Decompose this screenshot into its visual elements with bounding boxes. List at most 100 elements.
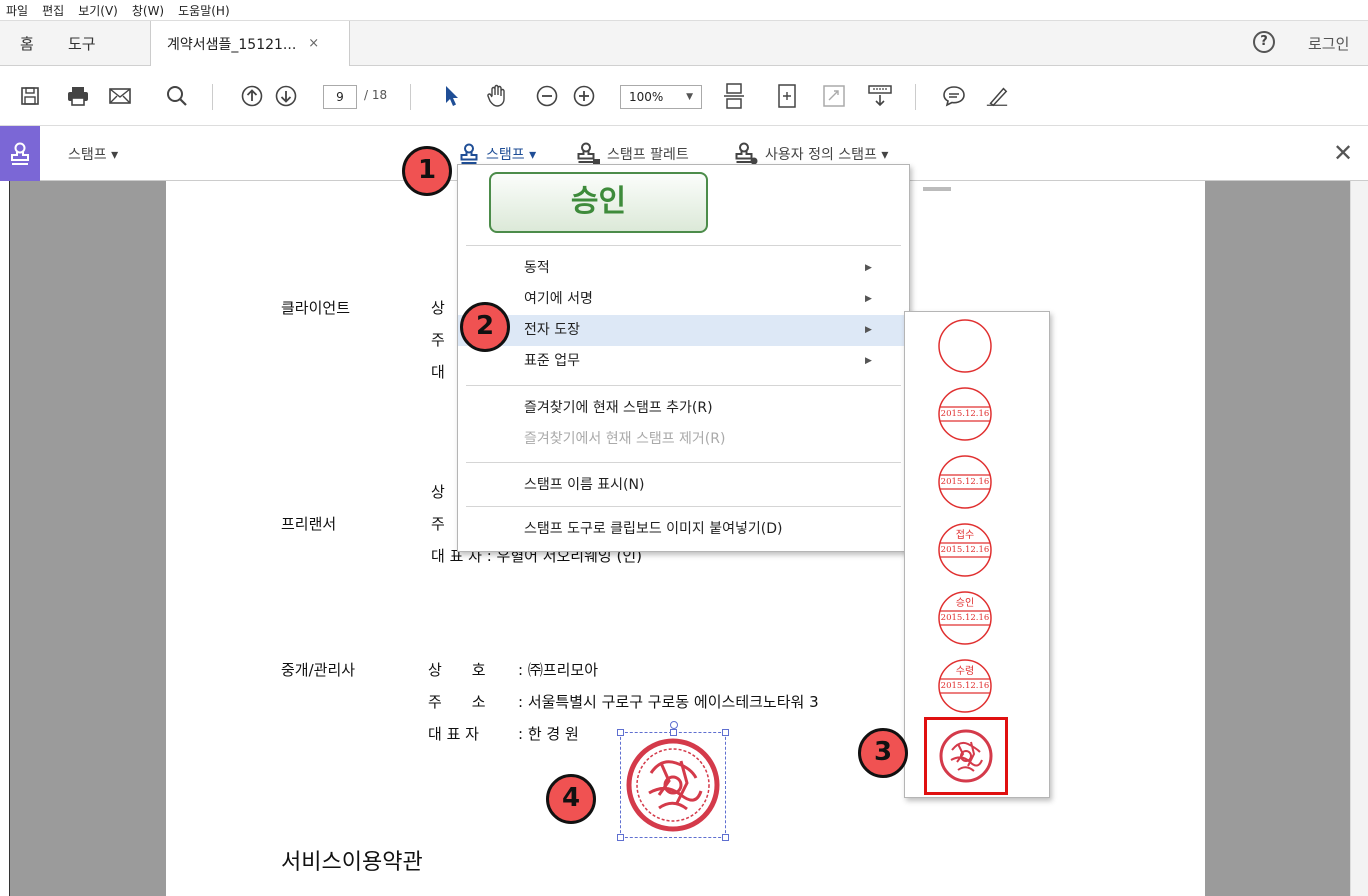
- chevron-right-icon: ▶: [865, 325, 872, 335]
- callout-badge-2: 2: [460, 302, 510, 352]
- custom-stamp-icon: [735, 142, 758, 164]
- comment-icon[interactable]: [942, 84, 966, 108]
- save-icon[interactable]: [18, 84, 42, 108]
- resize-handle[interactable]: [670, 729, 677, 736]
- seal-custom-selected[interactable]: [924, 717, 1008, 795]
- tab-bar: 홈 도구 계약서샘플_15121... × ? 로그인: [0, 21, 1368, 66]
- fit-page-icon[interactable]: [722, 83, 746, 109]
- tab-document-title: 계약서샘플_15121...: [167, 36, 297, 53]
- agent-row1-value: : ㈜프리모아: [518, 661, 599, 679]
- chevron-down-icon: ▼: [686, 92, 693, 102]
- select-tool-icon[interactable]: [440, 84, 464, 108]
- zoom-out-icon[interactable]: [535, 84, 559, 108]
- seal-blank[interactable]: [937, 318, 993, 374]
- stamp-icon: [460, 143, 478, 164]
- menu-item-label: 표준 업무: [524, 353, 580, 369]
- seal-date-text: 2015.12.16: [940, 681, 990, 691]
- seal-stamp-image: [626, 738, 720, 832]
- seal-label: 접수: [955, 530, 975, 541]
- tab-close-button[interactable]: ×: [308, 36, 319, 51]
- email-icon[interactable]: [108, 84, 132, 108]
- agent-row3-key: 대 표 자: [428, 725, 479, 743]
- stamp-tool-icon[interactable]: [0, 126, 40, 181]
- client-row2-key: 주: [431, 331, 445, 349]
- seal-custom-image: [939, 729, 993, 783]
- menu-help[interactable]: 도움말(H): [178, 2, 230, 19]
- scroll-mode-icon[interactable]: [868, 84, 892, 108]
- highlight-pen-icon[interactable]: [985, 84, 1009, 108]
- page-number-input[interactable]: 9: [323, 85, 357, 109]
- menu-item-label: 전자 도장: [524, 322, 580, 338]
- stamp-palette-icon: [577, 142, 600, 165]
- resize-handle[interactable]: [722, 729, 729, 736]
- seal-date-text: 2015.12.16: [940, 545, 990, 555]
- document-margin-right: [1205, 181, 1350, 896]
- next-page-icon[interactable]: [274, 84, 298, 108]
- client-row3-key: 대: [431, 363, 445, 381]
- seal-label: 수령: [955, 666, 975, 677]
- rotate-handle[interactable]: [670, 721, 678, 729]
- page-marker: [923, 187, 951, 191]
- prev-page-icon[interactable]: [240, 84, 264, 108]
- resize-handle[interactable]: [617, 729, 624, 736]
- resize-handle[interactable]: [722, 834, 729, 841]
- seal-approved[interactable]: 승인 2015.12.16: [937, 590, 993, 646]
- seal-date-text: 2015.12.16: [940, 409, 990, 419]
- freelancer-label: 프리랜서: [281, 515, 337, 533]
- zoom-select[interactable]: 100% ▼: [620, 85, 702, 109]
- login-link[interactable]: 로그인: [1308, 33, 1349, 54]
- page-total: / 18: [364, 88, 388, 102]
- seal-date-2[interactable]: 2015.12.16: [937, 454, 993, 510]
- close-stamp-toolbar-button[interactable]: ✕: [1333, 139, 1353, 167]
- menu-item-dynamic[interactable]: 동적 ▶: [458, 253, 909, 284]
- menu-view[interactable]: 보기(V): [78, 2, 118, 19]
- full-screen-icon[interactable]: [822, 84, 846, 108]
- toolbar: 9 / 18 100% ▼: [0, 66, 1368, 126]
- callout-badge-4: 4: [546, 774, 596, 824]
- placed-stamp[interactable]: [617, 721, 729, 841]
- vertical-scrollbar[interactable]: [1350, 181, 1368, 896]
- menu-item-sign-here[interactable]: 여기에 서명 ▶: [458, 284, 909, 315]
- agent-row2-key: 주 소: [428, 693, 486, 711]
- zoom-in-icon[interactable]: [572, 84, 596, 108]
- seal-date-1[interactable]: 2015.12.16: [937, 386, 993, 442]
- agent-label: 중개/관리사: [281, 661, 356, 679]
- help-icon[interactable]: ?: [1253, 31, 1275, 53]
- seal-label: 승인: [955, 598, 975, 609]
- e-seal-submenu: 2015.12.16 2015.12.16 접수 2015.12.16 승인 2…: [904, 311, 1050, 798]
- custom-stamp-label: 사용자 정의 스탬프 ▾: [765, 146, 889, 163]
- hand-tool-icon[interactable]: [485, 84, 509, 108]
- search-icon[interactable]: [165, 84, 189, 108]
- approved-stamp-preview[interactable]: 승인: [489, 172, 708, 233]
- menu-item-label: 동적: [524, 260, 550, 276]
- tab-tools[interactable]: 도구: [68, 21, 96, 66]
- stamp-left-dropdown[interactable]: 스탬프 ▾: [68, 126, 118, 181]
- resize-handle[interactable]: [617, 834, 624, 841]
- seal-date-text: 2015.12.16: [940, 477, 990, 487]
- stamp-menu: 승인 동적 ▶ 여기에 서명 ▶ 전자 도장 ▶ 표준 업무 ▶ 즐겨찾기에 현재 스탬…: [457, 164, 910, 552]
- seal-receipt[interactable]: 수령 2015.12.16: [937, 658, 993, 714]
- seal-received[interactable]: 접수 2015.12.16: [937, 522, 993, 578]
- menu-item-standard-business[interactable]: 표준 업무 ▶: [458, 346, 909, 377]
- tab-document[interactable]: 계약서샘플_15121... ×: [150, 21, 350, 66]
- seal-date-text: 2015.12.16: [940, 613, 990, 623]
- menu-item-show-stamp-names[interactable]: 스탬프 이름 표시(N): [458, 470, 909, 501]
- menu-file[interactable]: 파일: [6, 2, 28, 19]
- agent-row3-value: : 한 경 원: [518, 725, 579, 743]
- menu-bar: 파일 편집 보기(V) 창(W) 도움말(H): [0, 0, 1368, 21]
- print-icon[interactable]: [66, 84, 90, 108]
- menu-item-paste-clipboard[interactable]: 스탬프 도구로 클립보드 이미지 붙여넣기(D): [458, 514, 909, 545]
- menu-edit[interactable]: 편집: [42, 2, 64, 19]
- section-title: 서비스이용약관: [281, 850, 423, 875]
- menu-item-add-favorite[interactable]: 즐겨찾기에 현재 스탬프 추가(R): [458, 393, 909, 424]
- client-row1-key: 상: [431, 299, 445, 317]
- chevron-right-icon: ▶: [865, 263, 872, 273]
- tab-home[interactable]: 홈: [20, 21, 34, 66]
- document-margin-left: [10, 181, 166, 896]
- menu-window[interactable]: 창(W): [132, 2, 164, 19]
- menu-item-label: 여기에 서명: [524, 291, 593, 307]
- freelancer-row1-key: 상: [431, 483, 445, 501]
- menu-item-e-seal[interactable]: 전자 도장 ▶: [458, 315, 909, 346]
- fit-width-icon[interactable]: [775, 84, 799, 108]
- left-panel-edge: [0, 181, 10, 896]
